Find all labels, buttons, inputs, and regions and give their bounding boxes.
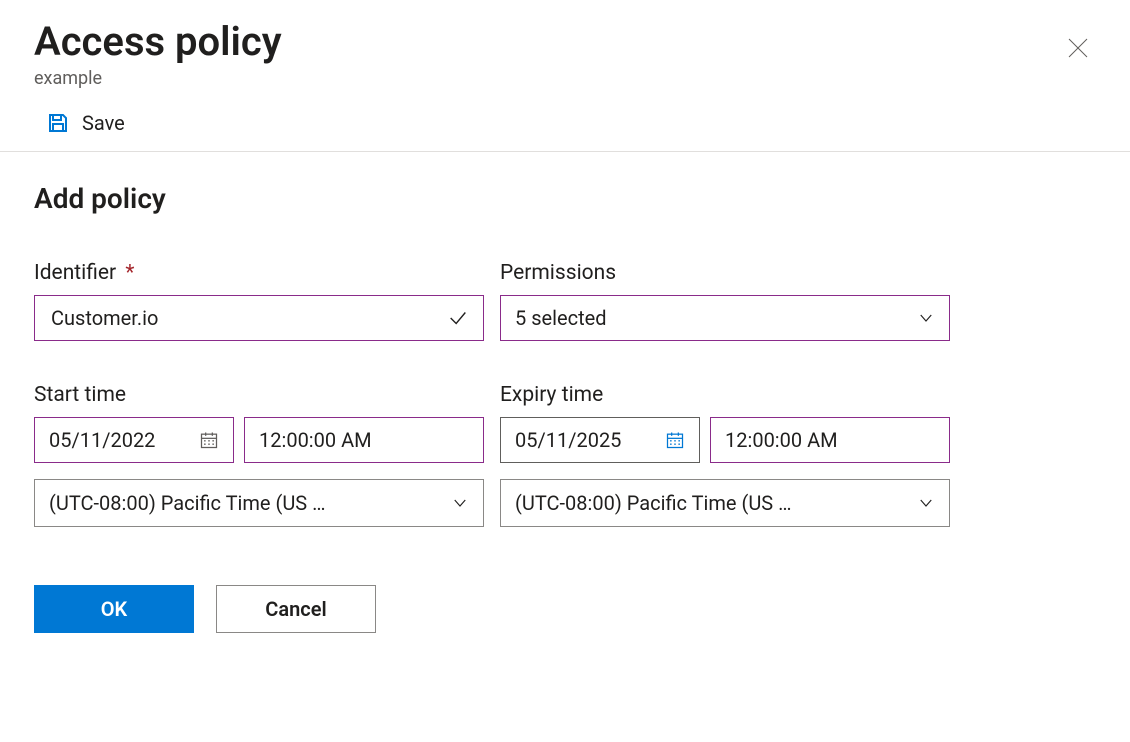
chevron-down-icon: [917, 494, 935, 512]
expiry-date-picker[interactable]: 05/11/2025: [500, 417, 700, 463]
save-icon: [46, 111, 70, 135]
start-date-value: 05/11/2022: [49, 428, 155, 452]
ok-button[interactable]: OK: [34, 585, 194, 633]
identifier-input[interactable]: [49, 305, 447, 331]
expiry-timezone-dropdown[interactable]: (UTC-08:00) Pacific Time (US …: [500, 479, 950, 527]
start-timezone-value: (UTC-08:00) Pacific Time (US …: [49, 491, 326, 515]
start-timezone-dropdown[interactable]: (UTC-08:00) Pacific Time (US …: [34, 479, 484, 527]
expiry-time-value: 12:00:00 AM: [725, 428, 838, 452]
expiry-date-value: 05/11/2025: [515, 428, 621, 452]
identifier-combobox[interactable]: [34, 295, 484, 341]
permissions-value: 5 selected: [515, 306, 607, 330]
calendar-icon: [199, 430, 219, 450]
save-button[interactable]: Save: [46, 111, 125, 135]
expiry-time-label: Expiry time: [500, 383, 950, 407]
page-title: Access policy: [34, 18, 282, 66]
start-time-label: Start time: [34, 383, 484, 407]
calendar-icon: [665, 430, 685, 450]
start-time-input[interactable]: 12:00:00 AM: [244, 417, 484, 463]
identifier-label-text: Identifier: [34, 261, 116, 285]
toolbar: Save: [0, 89, 1130, 152]
permissions-dropdown[interactable]: 5 selected: [500, 295, 950, 341]
start-time-value: 12:00:00 AM: [259, 428, 372, 452]
close-icon: [1066, 36, 1090, 60]
expiry-timezone-value: (UTC-08:00) Pacific Time (US …: [515, 491, 792, 515]
page-subtitle: example: [34, 68, 282, 89]
section-title: Add policy: [34, 182, 1096, 215]
chevron-down-icon: [917, 309, 935, 327]
start-date-picker[interactable]: 05/11/2022: [34, 417, 234, 463]
save-label: Save: [82, 111, 125, 135]
identifier-label: Identifier *: [34, 261, 484, 285]
chevron-down-icon: [451, 494, 469, 512]
permissions-label: Permissions: [500, 261, 950, 285]
required-marker: *: [125, 261, 134, 285]
cancel-button[interactable]: Cancel: [216, 585, 376, 633]
check-icon: [447, 307, 469, 329]
close-button[interactable]: [1066, 36, 1090, 60]
expiry-time-input[interactable]: 12:00:00 AM: [710, 417, 950, 463]
